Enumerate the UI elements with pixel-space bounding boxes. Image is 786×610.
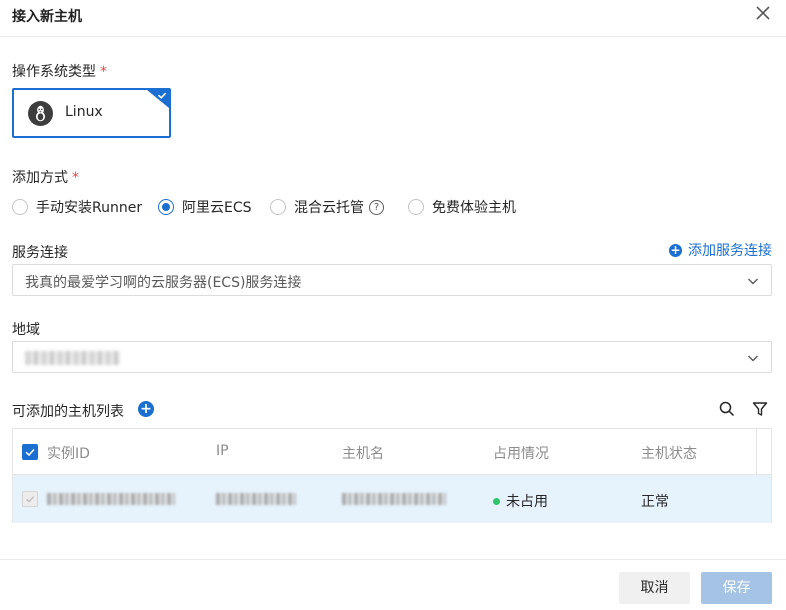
add-service-connection-link[interactable]: + 添加服务连接 xyxy=(669,240,772,260)
service-connection-select[interactable]: 我真的最爱学习啊的云服务器(ECS)服务连接 xyxy=(12,264,772,296)
search-icon[interactable] xyxy=(718,400,736,418)
column-header-ip: IP xyxy=(216,443,229,459)
host-table: 实例ID IP 主机名 占用情况 主机状态 未占用 正常 xyxy=(12,428,772,523)
row-checkbox-disabled xyxy=(22,491,38,507)
table-header: 实例ID IP 主机名 占用情况 主机状态 xyxy=(13,429,771,475)
check-icon xyxy=(26,496,35,503)
os-option-linux[interactable]: Linux xyxy=(12,88,171,138)
os-type-label: 操作系统类型 * xyxy=(12,64,107,80)
cancel-button[interactable]: 取消 xyxy=(619,572,690,604)
add-method-label: 添加方式 * xyxy=(12,170,79,186)
service-connection-label: 服务连接 xyxy=(12,245,68,261)
chevron-down-icon xyxy=(748,355,758,362)
column-header-host-status: 主机状态 xyxy=(641,446,697,462)
radio-circle xyxy=(270,199,286,215)
required-mark: * xyxy=(72,170,79,186)
service-connection-value: 我真的最爱学习啊的云服务器(ECS)服务连接 xyxy=(25,275,302,291)
dialog-title: 接入新主机 xyxy=(12,9,82,25)
radio-aliyun-ecs[interactable]: 阿里云ECS xyxy=(158,197,252,217)
column-header-hostname: 主机名 xyxy=(342,446,384,462)
status-dot xyxy=(493,498,500,505)
plus-circle-icon: + xyxy=(669,242,682,257)
chevron-down-icon xyxy=(748,278,758,285)
radio-free-trial-host[interactable]: 免费体验主机 xyxy=(408,197,516,217)
ip-redacted xyxy=(216,493,296,505)
radio-circle xyxy=(408,199,424,215)
instance-id-redacted xyxy=(47,493,175,505)
required-mark: * xyxy=(100,64,107,80)
host-list-title: 可添加的主机列表 xyxy=(12,404,124,420)
dialog-header: 接入新主机 xyxy=(0,0,786,37)
check-icon xyxy=(25,448,35,457)
radio-hybrid-cloud[interactable]: 混合云托管 ? xyxy=(270,197,384,217)
table-row[interactable]: 未占用 正常 xyxy=(13,475,771,523)
save-button[interactable]: 保存 xyxy=(701,572,772,604)
column-header-instance-id: 实例ID xyxy=(47,446,90,462)
radio-circle xyxy=(12,199,28,215)
help-icon[interactable]: ? xyxy=(369,199,384,215)
add-host-button[interactable]: + xyxy=(138,401,154,417)
occupancy-cell: 未占用 xyxy=(493,491,548,511)
close-icon[interactable] xyxy=(752,2,774,24)
select-all-checkbox[interactable] xyxy=(22,444,38,460)
column-header-occupancy: 占用情况 xyxy=(493,446,549,462)
host-status-cell: 正常 xyxy=(641,494,669,510)
region-value-redacted xyxy=(25,351,121,365)
os-name: Linux xyxy=(65,104,103,120)
hostname-redacted xyxy=(342,493,446,505)
filter-icon[interactable] xyxy=(751,400,769,418)
linux-penguin-icon xyxy=(28,101,53,126)
region-label: 地域 xyxy=(12,322,40,338)
selected-check-icon xyxy=(147,90,169,108)
region-select[interactable] xyxy=(12,341,772,373)
radio-circle-selected xyxy=(158,199,174,215)
radio-manual-runner[interactable]: 手动安装Runner xyxy=(12,197,142,217)
column-divider xyxy=(756,429,757,475)
